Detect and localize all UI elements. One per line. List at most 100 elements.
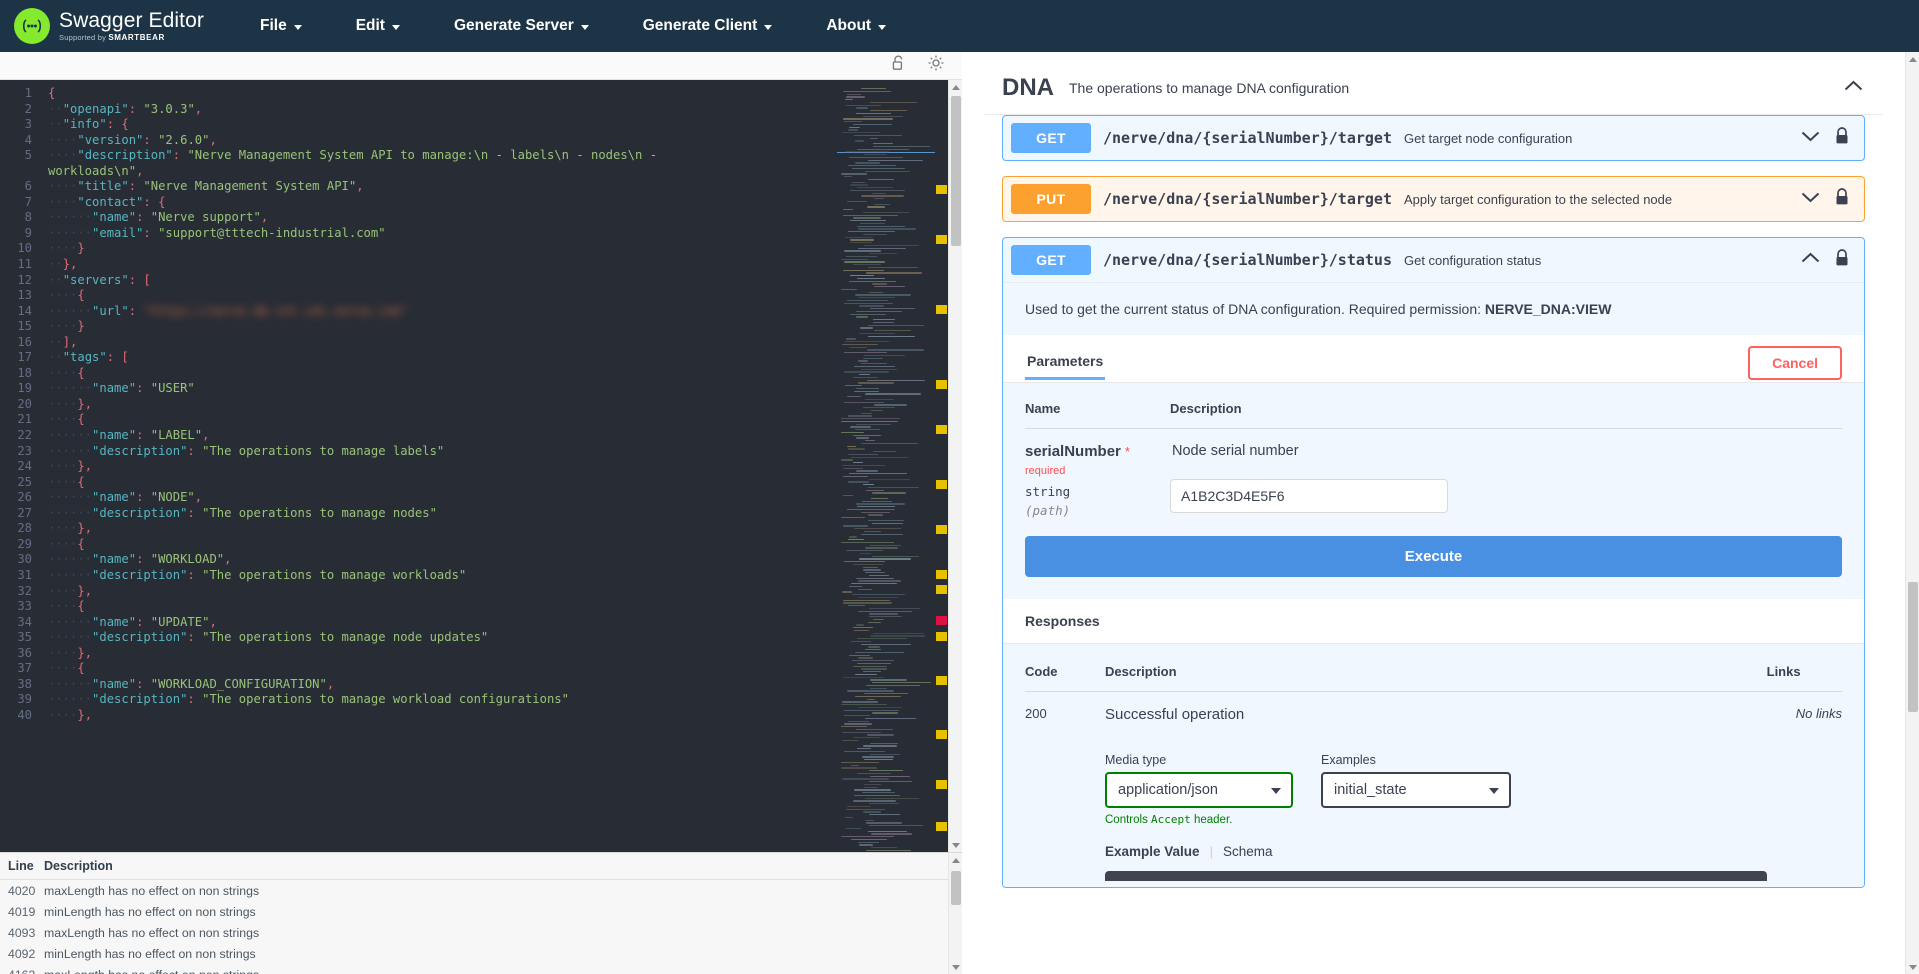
serial-number-input[interactable] xyxy=(1170,479,1448,513)
editor-annotation-mark[interactable] xyxy=(936,632,947,641)
examples-select[interactable]: initial_state xyxy=(1321,772,1511,808)
editor-annotation-strip[interactable] xyxy=(935,80,948,852)
menu-about[interactable]: About xyxy=(812,9,900,43)
error-row[interactable]: 4163maxLength has no effect on non strin… xyxy=(0,964,962,974)
editor-scrollbar[interactable] xyxy=(948,80,962,852)
error-row[interactable]: 4092minLength has no effect on non strin… xyxy=(0,943,962,964)
menu-file[interactable]: File xyxy=(246,9,316,43)
chevron-up-icon[interactable] xyxy=(1844,79,1863,97)
errors-scrollbar[interactable] xyxy=(948,853,962,974)
resp-col-links: Links xyxy=(1767,664,1842,692)
operation-description: Used to get the current status of DNA co… xyxy=(1003,282,1864,335)
brand-subtitle: Supported by SMARTBEAR xyxy=(59,34,204,42)
code-area[interactable]: 1{ 2··"openapi": "3.0.3", 3··"info": { 4… xyxy=(0,80,837,852)
editor-annotation-mark[interactable] xyxy=(936,480,947,489)
tab-example-value[interactable]: Example Value xyxy=(1105,844,1200,859)
operation-put-target[interactable]: PUT /nerve/dna/{serialNumber}/target App… xyxy=(1002,176,1865,222)
errors-scroll-thumb[interactable] xyxy=(951,871,961,905)
editor-annotation-mark[interactable] xyxy=(936,235,947,244)
menu-edit[interactable]: Edit xyxy=(342,9,414,43)
operation-summary[interactable]: GET /nerve/dna/{serialNumber}/status Get… xyxy=(1003,238,1864,282)
editor-annotation-mark[interactable] xyxy=(936,380,947,389)
example-code-block xyxy=(1105,871,1767,881)
operation-summary-text: Get configuration status xyxy=(1404,253,1801,268)
editor-annotation-mark[interactable] xyxy=(936,616,947,625)
api-docs-scroll-container: DNA The operations to manage DNA configu… xyxy=(962,52,1905,974)
editor-annotation-mark[interactable] xyxy=(936,585,947,594)
editor-annotation-mark[interactable] xyxy=(936,730,947,739)
docs-scroll-thumb[interactable] xyxy=(1908,582,1918,712)
lock-icon[interactable] xyxy=(1834,249,1850,272)
tag-section-dna: DNA The operations to manage DNA configu… xyxy=(984,52,1883,888)
theme-brightness-icon[interactable] xyxy=(928,55,944,76)
operation-path: /nerve/dna/{serialNumber}/target xyxy=(1103,190,1392,208)
supported-by-text: Supported by xyxy=(59,33,108,42)
responses-section: Code Description Links 200 xyxy=(1003,644,1864,887)
execute-button[interactable]: Execute xyxy=(1025,536,1842,577)
menu-generate-client-label: Generate Client xyxy=(643,17,758,35)
scroll-up-arrow[interactable] xyxy=(949,80,962,94)
editor-annotation-mark[interactable] xyxy=(936,780,947,789)
media-type-select[interactable]: application/json xyxy=(1105,772,1293,808)
openapi-source-code[interactable]: 1{ 2··"openapi": "3.0.3", 3··"info": { 4… xyxy=(0,80,837,723)
responses-header-row: Code Description Links xyxy=(1025,664,1842,692)
editor-annotation-mark[interactable] xyxy=(936,676,947,685)
editor-annotation-mark[interactable] xyxy=(936,570,947,579)
chevron-down-icon[interactable] xyxy=(1801,190,1820,208)
error-line-number: 4093 xyxy=(8,926,44,940)
docs-scroll-up-arrow[interactable] xyxy=(1906,52,1919,66)
errors-scroll-up-arrow[interactable] xyxy=(949,853,963,867)
top-navigation-bar: Swagger Editor Supported by SMARTBEAR Fi… xyxy=(0,0,1919,52)
chevron-down-icon xyxy=(581,25,589,30)
lock-icon[interactable] xyxy=(1834,127,1850,150)
error-row[interactable]: 4019minLength has no effect on non strin… xyxy=(0,901,962,922)
editor-annotation-mark[interactable] xyxy=(936,305,947,314)
cancel-button[interactable]: Cancel xyxy=(1748,346,1842,380)
code-editor[interactable]: 1{ 2··"openapi": "3.0.3", 3··"info": { 4… xyxy=(0,80,962,852)
tag-header[interactable]: DNA The operations to manage DNA configu… xyxy=(984,64,1883,115)
editor-annotation-mark[interactable] xyxy=(936,185,947,194)
editor-annotation-mark[interactable] xyxy=(936,822,947,831)
errors-header-row: Line Description xyxy=(0,853,962,880)
resp-col-code: Code xyxy=(1025,664,1105,692)
execute-section: Execute xyxy=(1003,526,1864,599)
editor-scroll-thumb[interactable] xyxy=(951,96,961,246)
operation-get-target[interactable]: GET /nerve/dna/{serialNumber}/target Get… xyxy=(1002,115,1865,161)
error-row[interactable]: 4093maxLength has no effect on non strin… xyxy=(0,922,962,943)
parameters-table: Name Description serialN xyxy=(1025,401,1842,518)
errors-list[interactable]: 4020maxLength has no effect on non strin… xyxy=(0,880,962,974)
operation-summary[interactable]: GET /nerve/dna/{serialNumber}/target Get… xyxy=(1003,116,1864,160)
media-hint-suffix: header. xyxy=(1191,814,1233,826)
editor-minimap[interactable] xyxy=(837,80,935,852)
api-docs-scrollbar[interactable] xyxy=(1905,52,1919,974)
param-name-cell: serialNumber* required string (path) xyxy=(1025,429,1170,519)
menu-generate-client[interactable]: Generate Client xyxy=(629,9,787,43)
tab-schema[interactable]: Schema xyxy=(1223,844,1273,859)
errors-scroll-down-arrow[interactable] xyxy=(949,960,963,974)
editor-annotation-mark[interactable] xyxy=(936,525,947,534)
response-code: 200 xyxy=(1025,692,1105,882)
unlock-icon[interactable] xyxy=(891,55,906,76)
operation-get-status[interactable]: GET /nerve/dna/{serialNumber}/status Get… xyxy=(1002,237,1865,888)
chevron-down-icon[interactable] xyxy=(1801,129,1820,147)
error-line-number: 4019 xyxy=(8,905,44,919)
http-method-badge: GET xyxy=(1011,245,1091,275)
table-row: serialNumber* required string (path) Nod… xyxy=(1025,429,1842,519)
param-col-description: Description xyxy=(1170,401,1842,429)
chevron-up-icon[interactable] xyxy=(1801,251,1820,269)
http-method-badge: GET xyxy=(1011,123,1091,153)
resp-col-description: Description xyxy=(1105,664,1767,692)
param-description: Node serial number xyxy=(1170,443,1842,459)
swagger-ui: DNA The operations to manage DNA configu… xyxy=(962,52,1905,888)
operation-body: Used to get the current status of DNA co… xyxy=(1003,282,1864,887)
tab-parameters[interactable]: Parameters xyxy=(1025,347,1105,379)
menu-generate-server[interactable]: Generate Server xyxy=(440,9,603,43)
param-location: (path) xyxy=(1025,503,1170,518)
docs-scroll-down-arrow[interactable] xyxy=(1906,960,1919,974)
scroll-down-arrow[interactable] xyxy=(949,838,962,852)
brand-logo-area[interactable]: Swagger Editor Supported by SMARTBEAR xyxy=(14,8,204,44)
operation-summary[interactable]: PUT /nerve/dna/{serialNumber}/target App… xyxy=(1003,177,1864,221)
lock-icon[interactable] xyxy=(1834,188,1850,211)
editor-annotation-mark[interactable] xyxy=(936,425,947,434)
error-row[interactable]: 4020maxLength has no effect on non strin… xyxy=(0,880,962,901)
